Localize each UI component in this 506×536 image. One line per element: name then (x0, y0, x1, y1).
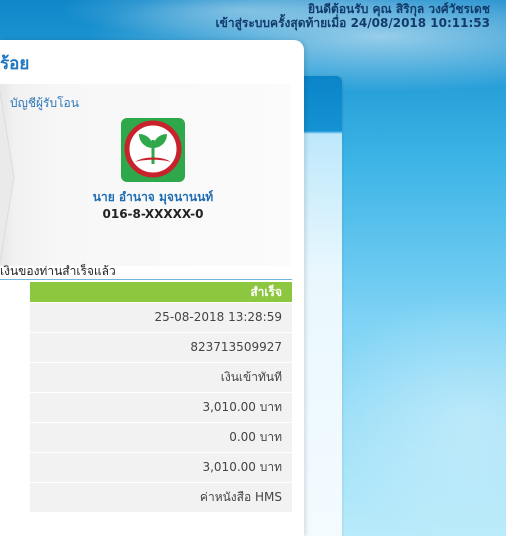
detail-row-note: ค่าหนังสือ HMS (30, 483, 292, 512)
detail-row-datetime: 25-08-2018 13:28:59 (30, 303, 292, 332)
side-panel (298, 76, 342, 536)
recipient-account-number: 016-8-XXXXX-0 (102, 207, 204, 221)
detail-row-transfer-type: เงินเข้าทันที (30, 363, 292, 392)
recipient-box: บัญชีผู้รับโอน นาย อำนาจ มุจนานนท์ 016-8… (0, 84, 291, 266)
detail-row-reference: 823713509927 (30, 333, 292, 362)
kbank-logo-icon (121, 118, 185, 182)
recipient-name: นาย อำนาจ มุจนานนท์ (92, 190, 214, 204)
transfer-result-card: ร้อย บัญชีผู้รับโอน นาย อำนาจ มุจนานนท์ … (0, 40, 304, 536)
arrow-shape-icon (0, 92, 15, 262)
welcome-text: ยินดีต้อนรับ คุณ สิริกุล วงศ์วัชรเดช (308, 2, 490, 16)
detail-row-fee: 0.00 บาท (30, 423, 292, 452)
divider (0, 279, 292, 280)
status-badge: สำเร็จ (30, 282, 292, 302)
detail-list: 25-08-2018 13:28:59 823713509927 เงินเข้… (30, 303, 292, 513)
recipient-label: บัญชีผู้รับโอน (10, 96, 79, 110)
detail-row-amount: 3,010.00 บาท (30, 393, 292, 422)
user-header: ยินดีต้อนรับ คุณ สิริกุล วงศ์วัชรเดช เข้… (216, 2, 490, 30)
last-login-text: เข้าสู่ระบบครั้งสุดท้ายเมื่อ 24/08/2018 … (215, 16, 490, 30)
detail-row-total: 3,010.00 บาท (30, 453, 292, 482)
card-title: ร้อย (0, 54, 30, 74)
